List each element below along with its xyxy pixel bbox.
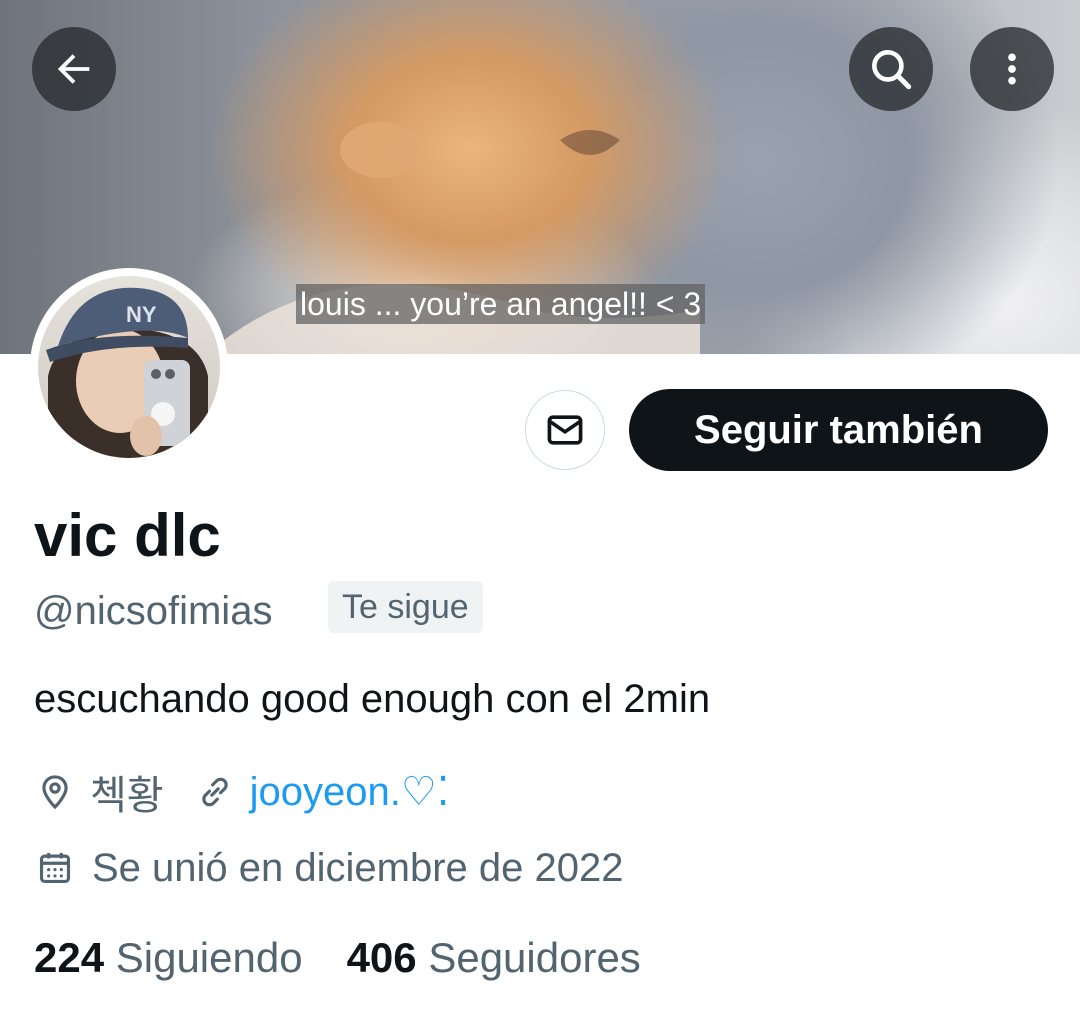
link-icon [194,773,236,811]
svg-text:NY: NY [126,302,157,327]
following-count: 224 [34,934,105,981]
envelope-icon [547,415,583,445]
banner-caption: louis ... you’re an angel!! < 3 [296,284,706,324]
following-link[interactable]: 224 Siguiendo [34,930,303,986]
follow-back-button[interactable]: Seguir también [629,389,1048,471]
profile-bio: escuchando good enough con el 2min [34,677,711,721]
more-vertical-icon [1008,53,1016,85]
back-button[interactable] [32,27,116,111]
follows-you-badge: Te sigue [328,581,483,633]
display-name: vic dlc [34,502,221,569]
search-button[interactable] [849,27,933,111]
search-icon [872,50,912,90]
avatar-image: NY [38,276,220,458]
message-button[interactable] [525,390,605,470]
profile-avatar[interactable]: NY [30,268,228,466]
join-date-text: Se unió en diciembre de 2022 [92,845,624,890]
user-handle: @nicsofimias [34,589,273,633]
join-date-row: Se unió en diciembre de 2022 [34,840,623,896]
calendar-icon [34,849,76,887]
following-label: Siguiendo [115,934,303,981]
location-pin-icon [34,771,76,813]
website-link[interactable]: jooyeon.♡⁚ [250,769,450,815]
followers-link[interactable]: 406 Seguidores [347,930,641,986]
more-options-button[interactable] [970,27,1054,111]
arrow-left-icon [57,54,90,84]
followers-label: Seguidores [428,934,641,981]
location-text: 첵황 [90,774,164,818]
follow-stats: 224 Siguiendo 406 Seguidores [34,930,641,986]
followers-count: 406 [346,934,417,981]
profile-meta-row: 첵황 jooyeon.♡⁚ [34,764,449,820]
